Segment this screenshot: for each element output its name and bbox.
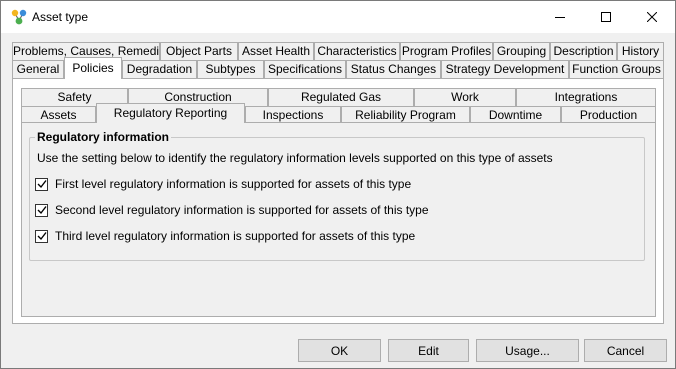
tab-history[interactable]: History — [617, 42, 664, 60]
checkmark-icon — [37, 232, 47, 241]
window-title: Asset type — [32, 10, 89, 24]
subtab-work[interactable]: Work — [414, 88, 516, 106]
tab-asset-health[interactable]: Asset Health — [238, 42, 314, 60]
usage-button[interactable]: Usage... — [476, 339, 579, 362]
title-bar: Asset type — [1, 1, 675, 33]
checkbox-box[interactable] — [35, 177, 48, 191]
close-icon — [647, 12, 657, 22]
subtab-regulatory-reporting[interactable]: Regulatory Reporting — [96, 103, 245, 123]
group-description: Use the setting below to identify the re… — [37, 151, 553, 165]
tab-status-changes[interactable]: Status Changes — [346, 60, 441, 78]
maximize-icon — [601, 12, 611, 22]
cancel-button[interactable]: Cancel — [584, 339, 667, 362]
minimize-icon — [555, 17, 565, 18]
checkbox-box[interactable] — [35, 229, 48, 243]
group-title: Regulatory information — [35, 130, 172, 144]
tab-specifications[interactable]: Specifications — [264, 60, 346, 78]
tab-program-profiles[interactable]: Program Profiles — [400, 42, 493, 60]
minimize-button[interactable] — [537, 1, 583, 33]
edit-button[interactable]: Edit — [388, 339, 469, 362]
checkbox-second-level[interactable]: Second level regulatory information is s… — [35, 202, 429, 218]
tab-characteristics[interactable]: Characteristics — [314, 42, 400, 60]
tab-policies[interactable]: Policies — [64, 57, 122, 79]
tab-general[interactable]: General — [12, 60, 64, 78]
checkbox-first-level[interactable]: First level regulatory information is su… — [35, 176, 411, 192]
tab-description[interactable]: Description — [550, 42, 617, 60]
close-button[interactable] — [629, 1, 675, 33]
checkbox-label: Second level regulatory information is s… — [55, 203, 429, 217]
ok-button[interactable]: OK — [298, 339, 381, 362]
checkmark-icon — [37, 206, 47, 215]
subtab-regulated-gas[interactable]: Regulated Gas — [268, 88, 414, 106]
app-icon — [11, 9, 27, 25]
maximize-button[interactable] — [583, 1, 629, 33]
subtab-integrations[interactable]: Integrations — [516, 88, 656, 106]
tab-function-groups[interactable]: Function Groups — [569, 60, 664, 78]
tab-grouping[interactable]: Grouping — [493, 42, 550, 60]
checkbox-box[interactable] — [35, 203, 48, 217]
tab-subtypes[interactable]: Subtypes — [197, 60, 264, 78]
checkbox-label: First level regulatory information is su… — [55, 177, 412, 191]
tab-object-parts[interactable]: Object Parts — [160, 42, 238, 60]
checkbox-label: Third level regulatory information is su… — [55, 229, 416, 243]
checkmark-icon — [37, 180, 47, 189]
tab-degradation[interactable]: Degradation — [122, 60, 197, 78]
asset-type-dialog: Asset type Problems, Causes, Remedies Ob… — [0, 0, 676, 369]
checkbox-third-level[interactable]: Third level regulatory information is su… — [35, 228, 415, 244]
tab-strategy-development[interactable]: Strategy Development — [441, 60, 569, 78]
